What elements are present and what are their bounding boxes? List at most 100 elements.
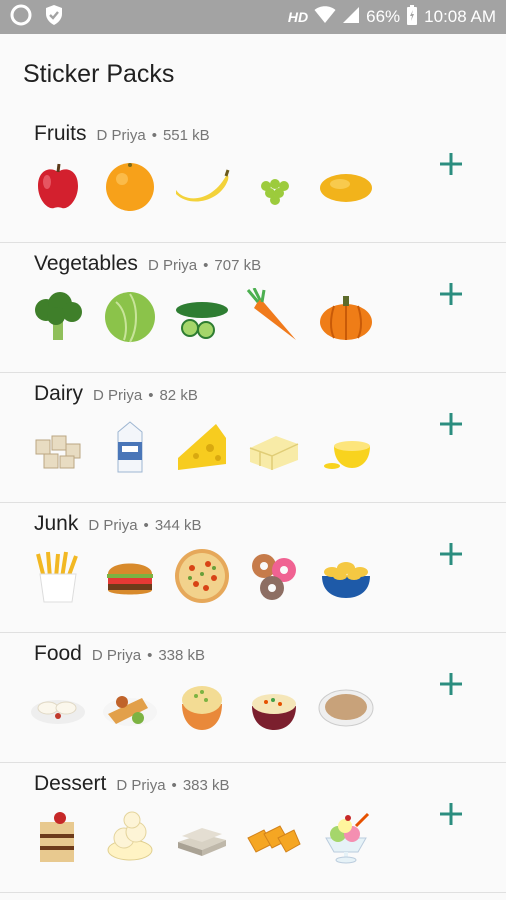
ghee-bowl-sticker [318, 418, 374, 474]
idli-plate-sticker [30, 678, 86, 734]
pack-name: Junk [34, 512, 79, 535]
burger-sticker [102, 548, 158, 604]
status-right: HD 66% 10:08 AM [288, 0, 496, 34]
paneer-cubes-sticker [30, 418, 86, 474]
battery-charging-icon [406, 4, 418, 30]
pack-meta: D Priya • 383 kB [116, 777, 229, 794]
upma-bowl-sticker [174, 678, 230, 734]
sticker-preview-row [30, 808, 390, 864]
sticker-preview-row [30, 288, 390, 344]
pumpkin-sticker [318, 288, 374, 344]
pack-meta: D Priya • 551 kB [97, 127, 210, 144]
dosa-plate-sticker [102, 678, 158, 734]
pack-size: 383 kB [182, 777, 230, 794]
apple-sticker [30, 158, 86, 214]
network-type-label: HD [287, 9, 309, 25]
milk-carton-sticker [102, 418, 158, 474]
butter-sticker [246, 418, 302, 474]
pack-size: 82 kB [159, 387, 198, 404]
meta-separator: • [171, 777, 177, 794]
meta-separator: • [151, 127, 157, 144]
pack-size: 344 kB [154, 517, 202, 534]
pack-author: D Priya [88, 517, 138, 534]
plus-icon [440, 153, 462, 175]
sticker-preview-row [30, 678, 390, 734]
meta-separator: • [148, 387, 154, 404]
pack-header: Fruits D Priya • 551 kB [34, 122, 210, 146]
meta-separator: • [147, 647, 153, 664]
pizza-sticker [174, 548, 230, 604]
add-pack-button[interactable] [435, 798, 467, 830]
barfi-sticker [174, 808, 230, 864]
pack-size: 338 kB [158, 647, 206, 664]
sticker-preview-row [30, 158, 390, 214]
cheese-wedge-sticker [174, 418, 230, 474]
mango-sticker [318, 158, 374, 214]
battery-percent-label: 66% [366, 7, 401, 26]
sticker-preview-row [30, 548, 390, 604]
pack-meta: D Priya • 338 kB [92, 647, 205, 664]
pack-name: Food [34, 642, 82, 665]
pack-author: D Priya [96, 127, 146, 144]
rasgulla-bowl-sticker [102, 808, 158, 864]
pack-header: Food D Priya • 338 kB [34, 642, 205, 666]
pack-name: Dairy [34, 382, 84, 405]
pack-size: 551 kB [162, 127, 210, 144]
plus-icon [440, 673, 462, 695]
page-title: Sticker Packs [23, 60, 175, 88]
pack-size: 707 kB [214, 257, 262, 274]
pack-author: D Priya [91, 647, 142, 664]
pack-meta: D Priya • 707 kB [148, 257, 261, 274]
orange-sticker [102, 158, 158, 214]
carrot-sticker [246, 288, 302, 344]
status-bar: HD 66% 10:08 AM [0, 0, 506, 34]
meta-separator: • [203, 257, 209, 274]
broccoli-sticker [30, 288, 86, 344]
sticker-pack-food[interactable]: Food D Priya • 338 kB [0, 632, 506, 763]
sticker-preview-row [30, 418, 390, 474]
cabbage-sticker [102, 288, 158, 344]
rice-bowl-sticker [246, 678, 302, 734]
add-pack-button[interactable] [435, 668, 467, 700]
pack-author: D Priya [93, 387, 143, 404]
status-left [10, 0, 64, 34]
app-screen: Sticker Packs Fruits D Priya • 551 kB Vege… [0, 34, 506, 900]
pack-meta: D Priya • 344 kB [88, 517, 201, 534]
plus-icon [440, 413, 462, 435]
pack-name: Vegetables [34, 252, 138, 275]
meta-separator: • [143, 517, 149, 534]
cake-slice-sticker [30, 808, 86, 864]
pack-header: Dessert D Priya • 383 kB [34, 772, 230, 796]
plus-icon [440, 283, 462, 305]
chips-bowl-sticker [318, 548, 374, 604]
pack-name: Dessert [34, 772, 107, 795]
add-pack-button[interactable] [435, 408, 467, 440]
circle-notification-icon [10, 4, 32, 31]
sticker-pack-vegetables[interactable]: Vegetables D Priya • 707 kB [0, 242, 506, 373]
banana-sticker [174, 158, 230, 214]
pack-author: D Priya [116, 777, 166, 794]
plus-icon [440, 803, 462, 825]
pack-meta: D Priya • 82 kB [93, 387, 198, 404]
pack-name: Fruits [34, 122, 87, 145]
sticker-pack-fruits[interactable]: Fruits D Priya • 551 kB [0, 112, 506, 243]
wifi-icon [314, 5, 336, 29]
sticker-pack-dairy[interactable]: Dairy D Priya • 82 kB [0, 372, 506, 503]
clock-label: 10:08 AM [424, 7, 496, 26]
pack-header: Junk D Priya • 344 kB [34, 512, 202, 536]
mysore-pak-sticker [246, 808, 302, 864]
pack-header: Vegetables D Priya • 707 kB [34, 252, 261, 276]
ice-cream-cup-sticker [318, 808, 374, 864]
add-pack-button[interactable] [435, 278, 467, 310]
cucumber-sticker [174, 288, 230, 344]
pack-author: D Priya [147, 257, 198, 274]
add-pack-button[interactable] [435, 148, 467, 180]
donuts-sticker [246, 548, 302, 604]
porridge-plate-sticker [318, 678, 374, 734]
plus-icon [440, 543, 462, 565]
sticker-pack-junk[interactable]: Junk D Priya • 344 kB [0, 502, 506, 633]
sticker-pack-dessert[interactable]: Dessert D Priya • 383 kB [0, 762, 506, 893]
add-pack-button[interactable] [435, 538, 467, 570]
grapes-sticker [246, 158, 302, 214]
shield-check-icon [44, 4, 64, 31]
